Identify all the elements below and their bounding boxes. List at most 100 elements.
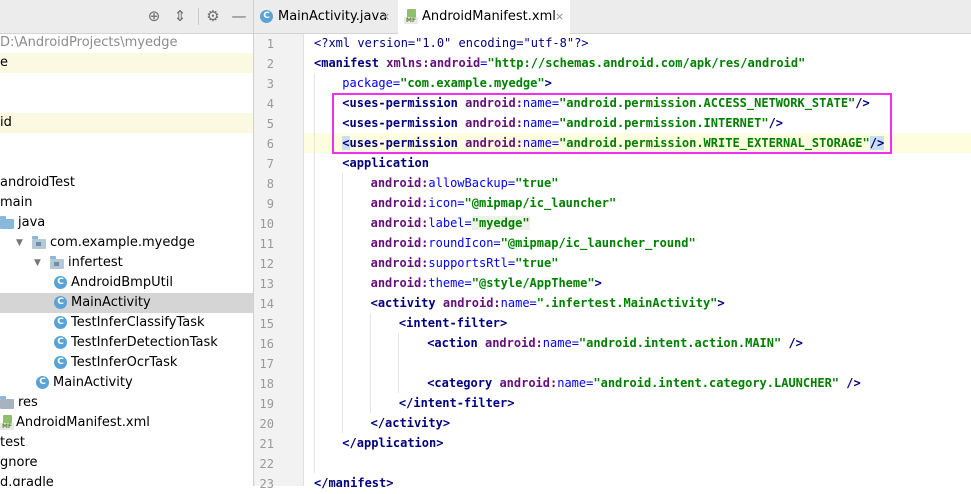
line-number: 17 [259, 357, 274, 371]
code-token: android: [484, 336, 543, 350]
code-line[interactable]: </manifest> [314, 473, 393, 493]
folder-icon [0, 396, 14, 409]
tree-item-label: TestInferDetectionTask [71, 335, 218, 350]
code-line[interactable]: </intent-filter> [399, 393, 515, 413]
code-token: > [717, 296, 725, 310]
tree-item-label: e [0, 55, 8, 70]
close-icon[interactable]: × [555, 0, 564, 33]
code-token: android: [499, 376, 558, 390]
tree-item[interactable]: C TestInferOcrTask [0, 353, 253, 373]
tree-item[interactable]: MF AndroidManifest.xml [0, 413, 253, 433]
code-token: "http://schemas.android.com/apk/res/andr… [487, 56, 806, 70]
java-class-icon: C [36, 376, 49, 389]
line-number: 13 [259, 277, 274, 291]
tree-item[interactable]: D:\AndroidProjects\myedge [0, 33, 253, 53]
line-number: 16 [259, 337, 274, 351]
line-number-gutter: 1 2 3 4 5 6 7 8 9 10 11 12 13 14 15 16 17 18 19 20 21 22 23 [254, 34, 304, 491]
code-token: android: [370, 256, 429, 270]
indent-guide [342, 173, 343, 433]
line-number: 12 [259, 257, 274, 271]
tree-item[interactable]: C TestInferClassifyTask [0, 313, 253, 333]
code-token: android: [370, 176, 429, 190]
tree-item[interactable]: test [0, 433, 253, 453]
tree-item[interactable]: ▼ com.example.myedge [0, 233, 253, 253]
code-line[interactable]: <action android:name="android.intent.act… [427, 333, 803, 353]
code-line[interactable]: <activity android:name=".infertest.MainA… [371, 293, 725, 313]
target-icon[interactable]: ⊕ [144, 6, 164, 26]
code-token: "myedge" [471, 216, 530, 230]
code-line[interactable]: <manifest xmlns:android="http://schemas.… [314, 53, 805, 73]
code-token: <activity [370, 296, 443, 310]
code-line[interactable]: </activity> [371, 413, 450, 433]
tree-item[interactable]: C AndroidBmpUtil [0, 273, 253, 293]
code-line[interactable]: <category android:name="android.intent.c… [427, 373, 861, 393]
tree-item-label: androidTest [0, 175, 75, 190]
code-line[interactable]: </application> [342, 433, 443, 453]
line-number: 9 [266, 197, 274, 211]
tree-item[interactable] [0, 133, 253, 153]
code-line[interactable]: <application [342, 153, 429, 173]
tree-item[interactable]: main [0, 193, 253, 213]
chevron-down-icon[interactable]: ▼ [34, 253, 44, 273]
code-token: "android.intent.category.LAUNCHER" [593, 376, 840, 390]
code-line[interactable]: android:label="myedge" [371, 213, 530, 233]
line-number: 10 [259, 217, 274, 231]
code-token: = [464, 216, 472, 230]
minimize-icon[interactable]: — [229, 6, 249, 26]
gear-icon[interactable]: ⚙ [203, 6, 223, 26]
tree-item[interactable]: e [0, 53, 253, 73]
code-line[interactable]: android:supportsRtl="true" [371, 253, 559, 273]
tree-item-label: com.example.myedge [50, 235, 195, 250]
tree-item[interactable]: id [0, 113, 253, 133]
tree-item-label: main [0, 195, 33, 210]
line-number: 23 [259, 477, 274, 491]
tree-item-label: MainActivity [71, 295, 151, 310]
code-line[interactable]: <?xml version="1.0" encoding="utf-8"?> [314, 33, 589, 53]
manifest-file-icon: MF [404, 9, 418, 24]
code-line[interactable]: android:icon="@mipmap/ic_launcher" [371, 193, 617, 213]
code-token: <application [342, 156, 429, 170]
tree-item-label: java [18, 215, 46, 230]
tree-item[interactable]: res [0, 393, 253, 413]
code-line[interactable]: android:theme="@style/AppTheme"> [371, 273, 602, 293]
tree-item[interactable]: C TestInferDetectionTask [0, 333, 253, 353]
project-toolbar: ⊕ ⇕ ⚙ — [0, 0, 253, 34]
tree-item[interactable]: java [0, 213, 253, 233]
tree-item[interactable] [0, 153, 253, 173]
code-line[interactable]: android:roundIcon="@mipmap/ic_launcher_r… [371, 233, 696, 253]
chevron-down-icon[interactable]: ▼ [16, 233, 26, 253]
code-token: = [529, 296, 537, 310]
close-icon[interactable]: × [381, 0, 390, 33]
code-token: <manifest [314, 56, 387, 70]
java-class-icon: C [260, 10, 273, 23]
tree-item[interactable]: d.gradle [0, 473, 253, 486]
tree-item-label: d.gradle [0, 475, 54, 486]
code-line[interactable]: package="com.example.myedge"> [342, 73, 552, 93]
tree-item[interactable] [0, 93, 253, 113]
code-token: android: [370, 276, 429, 290]
code-token: allowBackup [428, 176, 508, 190]
tree-item-label: TestInferClassifyTask [71, 315, 205, 330]
code-token: </activity> [370, 416, 451, 430]
tree-item-label: id [0, 115, 12, 130]
tree-item[interactable]: ▼ infertest [0, 253, 253, 273]
tree-item[interactable]: C MainActivity [0, 373, 253, 393]
java-class-icon: C [54, 356, 67, 369]
collapse-all-icon[interactable]: ⇕ [170, 6, 190, 26]
tab-androidmanifest-xml[interactable]: MF AndroidManifest.xml × [398, 0, 570, 34]
tree-item[interactable]: gnore [0, 453, 253, 473]
code-token: android: [370, 236, 429, 250]
code-line[interactable]: <intent-filter> [399, 313, 507, 333]
code-token: xmlns:android [386, 56, 481, 70]
code-token: "@mipmap/ic_launcher_round" [500, 236, 696, 250]
code-token: <category [427, 376, 500, 390]
java-class-icon: C [54, 276, 67, 289]
code-line[interactable]: android:allowBackup="true" [371, 173, 559, 193]
tree-item[interactable]: androidTest [0, 173, 253, 193]
line-number: 5 [266, 117, 274, 131]
tab-mainactivity-java[interactable]: C MainActivity.java × [254, 0, 397, 33]
tab-label: AndroidManifest.xml [422, 9, 556, 24]
tree-item-label: D:\AndroidProjects\myedge [0, 35, 178, 50]
tree-item[interactable]: C MainActivity [0, 293, 253, 313]
tree-item[interactable] [0, 73, 253, 93]
